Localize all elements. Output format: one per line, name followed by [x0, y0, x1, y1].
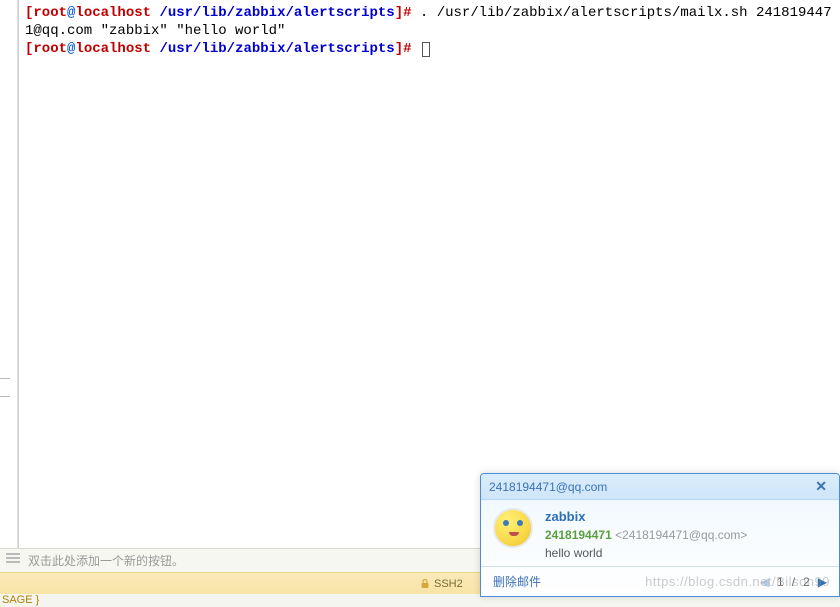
prompt-path: /usr/lib/zabbix/alertscripts — [159, 41, 394, 57]
pager: ◀ 1 / 2 ▶ — [760, 575, 827, 589]
pager-prev-icon[interactable]: ◀ — [760, 575, 769, 589]
bottom-tab-label: SAGE } — [2, 594, 39, 606]
delete-mail-link[interactable]: 删除邮件 — [493, 573, 541, 590]
lock-icon — [420, 579, 430, 589]
gutter-tick — [0, 378, 10, 379]
cursor — [422, 42, 430, 57]
gutter-tick — [0, 396, 10, 397]
notification-subject[interactable]: zabbix — [545, 508, 747, 526]
status-protocol: SSH2 — [420, 578, 463, 590]
mail-notification: 2418194471@qq.com ✕ zabbix 2418194471 <2… — [480, 473, 840, 597]
status-protocol-label: SSH2 — [434, 578, 463, 590]
terminal-area[interactable]: [root@localhost /usr/lib/zabbix/alertscr… — [18, 0, 840, 548]
prompt-user: root — [33, 5, 67, 21]
notification-header-email: 2418194471@qq.com — [489, 480, 607, 494]
prompt-bracket-close: ] — [395, 5, 403, 21]
hamburger-icon[interactable] — [6, 553, 20, 555]
notification-body: zabbix 2418194471 <2418194471@qq.com> he… — [481, 500, 839, 566]
prompt-host: localhost — [75, 5, 151, 21]
prompt-host: localhost — [75, 41, 151, 57]
pager-next-icon[interactable]: ▶ — [818, 575, 827, 589]
prompt-user: root — [33, 41, 67, 57]
pager-sep: / — [792, 575, 795, 589]
pager-current: 1 — [777, 575, 784, 589]
notification-header: 2418194471@qq.com ✕ — [481, 474, 839, 500]
toolbar-hint: 双击此处添加一个新的按钮。 — [28, 552, 184, 569]
notification-footer: 删除邮件 ◀ 1 / 2 ▶ — [481, 566, 839, 596]
terminal-output: [root@localhost /usr/lib/zabbix/alertscr… — [19, 0, 840, 62]
prompt-path: /usr/lib/zabbix/alertscripts — [159, 5, 394, 21]
notification-text: zabbix 2418194471 <2418194471@qq.com> he… — [545, 508, 747, 560]
notification-message: hello world — [545, 544, 747, 562]
prompt-hash: # — [403, 5, 411, 21]
pager-total: 2 — [803, 575, 810, 589]
notification-sender-id: 2418194471 — [545, 528, 612, 542]
bottom-tab[interactable]: SAGE } — [0, 594, 39, 607]
notification-sender: 2418194471 <2418194471@qq.com> — [545, 526, 747, 544]
prompt-hash: # — [403, 41, 411, 57]
left-gutter — [0, 0, 18, 548]
prompt-bracket-close: ] — [395, 41, 403, 57]
close-icon[interactable]: ✕ — [811, 478, 831, 495]
avatar — [493, 508, 533, 548]
notification-sender-addr: <2418194471@qq.com> — [615, 528, 747, 542]
